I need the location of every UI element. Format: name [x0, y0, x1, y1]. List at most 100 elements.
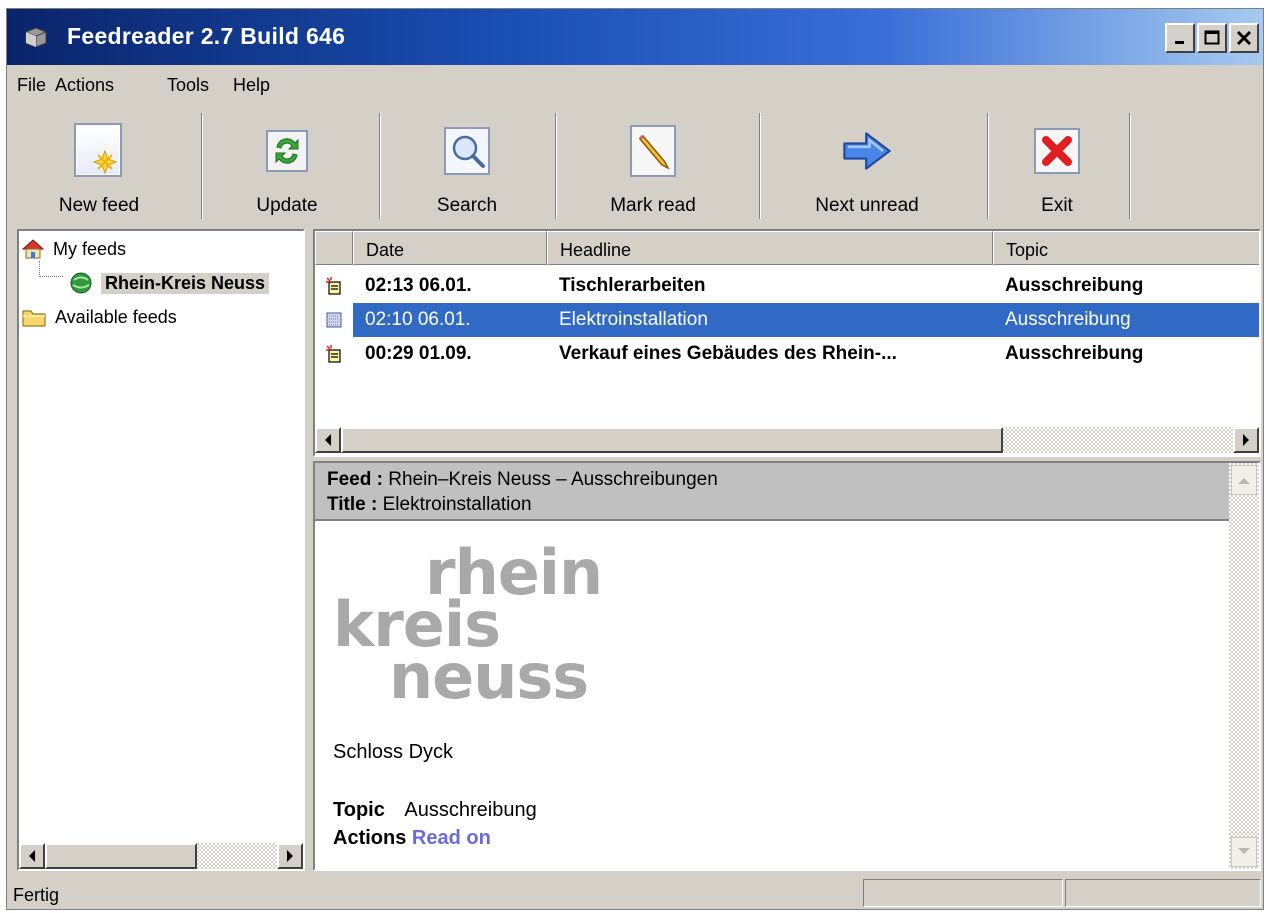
search-label: Search	[436, 195, 498, 216]
preview-header: Feed : Rhein–Kreis Neuss – Ausschreibung…	[315, 463, 1229, 521]
search-button[interactable]: Search	[407, 105, 527, 223]
toolbar-separator	[1129, 113, 1131, 219]
logo-line: neuss	[389, 640, 589, 713]
article-preview[interactable]: Feed : Rhein–Kreis Neuss – Ausschreibung…	[313, 461, 1261, 871]
scroll-up-button[interactable]	[1231, 465, 1257, 495]
table-row[interactable]: 00:29 01.09. Verkauf eines Gebäudes des …	[315, 337, 1259, 371]
title-bar[interactable]: Feedreader 2.7 Build 646	[7, 9, 1263, 65]
toolbar-separator	[987, 113, 989, 219]
status-panel	[1065, 879, 1261, 907]
topic-value: Ausschreibung	[404, 799, 537, 821]
scroll-right-button[interactable]	[277, 843, 303, 869]
arrow-left-icon	[325, 434, 331, 446]
actions-line: Actions Read on	[333, 827, 491, 850]
arrow-right-small-icon	[287, 850, 293, 862]
feed-label: Feed :	[327, 469, 383, 490]
row-date: 02:13 06.01.	[365, 275, 472, 296]
menu-tools[interactable]: Tools	[167, 75, 209, 96]
maximize-button[interactable]	[1197, 23, 1227, 53]
globe-icon	[70, 272, 92, 294]
search-icon	[444, 127, 490, 175]
home-icon	[21, 239, 45, 259]
toolbar-separator	[555, 113, 557, 219]
scroll-right-button[interactable]	[1233, 427, 1259, 453]
new-feed-button[interactable]: New feed	[39, 105, 159, 223]
unread-item-icon	[326, 277, 341, 295]
mark-read-button[interactable]: Mark read	[593, 105, 713, 223]
new-feed-label: New feed	[58, 195, 140, 216]
close-icon	[1236, 30, 1252, 46]
toolbar-separator	[759, 113, 761, 219]
minimize-button[interactable]	[1165, 23, 1195, 53]
status-text: Fertig	[13, 885, 60, 905]
feed-value: Rhein–Kreis Neuss – Ausschreibungen	[388, 469, 718, 490]
article-body: Schloss Dyck	[333, 741, 454, 763]
feed-tree[interactable]: My feeds Rhein-Kreis Neuss Available fee…	[17, 229, 305, 871]
table-row-selected[interactable]: 02:10 06.01. Elektroinstallation Ausschr…	[315, 303, 1259, 337]
topic-label: Topic	[333, 799, 385, 821]
menu-help[interactable]: Help	[233, 75, 270, 96]
tree-label-my-feeds: My feeds	[53, 238, 127, 259]
row-topic: Ausschreibung	[1005, 275, 1144, 296]
maximize-icon	[1204, 30, 1220, 45]
tree-item-my-feeds[interactable]: My feeds	[21, 235, 126, 263]
menu-actions[interactable]: Actions	[55, 75, 114, 96]
row-topic: Ausschreibung	[1005, 309, 1131, 330]
new-feed-icon	[74, 123, 122, 177]
menu-bar: File Actions Tools Help	[7, 69, 1263, 103]
update-label: Update	[256, 195, 318, 216]
app-icon	[25, 27, 47, 48]
arrow-right-icon	[843, 132, 891, 170]
tree-label-rhein-kreis-neuss: Rhein-Kreis Neuss	[101, 272, 270, 294]
headline-list[interactable]: Date Headline Topic 02:13 06.01. Tischle…	[313, 229, 1261, 457]
tree-item-available-feeds[interactable]: Available feeds	[21, 303, 177, 331]
folder-icon	[22, 310, 46, 327]
menu-file[interactable]: File	[17, 75, 46, 96]
status-panel	[863, 879, 1063, 907]
column-header-topic[interactable]: Topic	[993, 231, 1259, 265]
preview-vertical-scrollbar[interactable]	[1229, 463, 1259, 869]
toolbar-separator	[201, 113, 203, 219]
tree-item-rhein-kreis-neuss[interactable]: Rhein-Kreis Neuss	[69, 269, 270, 297]
status-bar: Fertig	[7, 875, 1263, 909]
scroll-left-button[interactable]	[315, 427, 341, 453]
scroll-left-button[interactable]	[19, 843, 45, 869]
column-header-icon[interactable]	[315, 231, 353, 265]
toolbar-separator	[379, 113, 381, 219]
minimize-icon	[1175, 41, 1184, 44]
toolbar: New feed Update Search Mark read Next un…	[7, 105, 1133, 223]
read-on-link[interactable]: Read on	[412, 827, 491, 849]
list-horizontal-scrollbar[interactable]	[315, 427, 1259, 453]
close-button[interactable]	[1229, 23, 1259, 53]
scroll-down-button[interactable]	[1231, 837, 1257, 867]
update-button[interactable]: Update	[227, 105, 347, 223]
next-unread-button[interactable]: Next unread	[797, 105, 937, 223]
scroll-thumb[interactable]	[45, 843, 197, 869]
app-window: Feedreader 2.7 Build 646 File Actions To…	[6, 8, 1264, 910]
arrow-left-icon	[29, 850, 35, 862]
exit-button[interactable]: Exit	[997, 105, 1117, 223]
pencil-icon	[630, 125, 676, 177]
update-icon	[266, 130, 308, 172]
arrow-up-icon	[1238, 478, 1250, 484]
column-header-date[interactable]: Date	[353, 231, 547, 265]
row-topic: Ausschreibung	[1005, 343, 1144, 364]
column-header-headline[interactable]: Headline	[547, 231, 993, 265]
next-unread-label: Next unread	[815, 195, 919, 216]
table-row[interactable]: 02:13 06.01. Tischlerarbeiten Ausschreib…	[315, 269, 1259, 303]
tree-connector	[39, 261, 63, 277]
actions-label: Actions	[333, 827, 407, 849]
tree-horizontal-scrollbar[interactable]	[19, 843, 303, 869]
title-label: Title :	[327, 494, 378, 515]
arrow-right-small-icon	[1243, 434, 1249, 446]
row-date: 00:29 01.09.	[365, 343, 472, 364]
arrow-down-icon	[1238, 848, 1250, 854]
unread-item-icon	[326, 345, 341, 363]
exit-icon	[1034, 128, 1080, 174]
row-headline: Verkauf eines Gebäudes des Rhein-...	[559, 343, 897, 364]
mark-read-label: Mark read	[610, 195, 696, 216]
row-date: 02:10 06.01.	[365, 309, 471, 330]
row-headline: Elektroinstallation	[559, 309, 708, 330]
scroll-thumb[interactable]	[341, 427, 1003, 453]
tree-label-available-feeds: Available feeds	[55, 306, 177, 327]
